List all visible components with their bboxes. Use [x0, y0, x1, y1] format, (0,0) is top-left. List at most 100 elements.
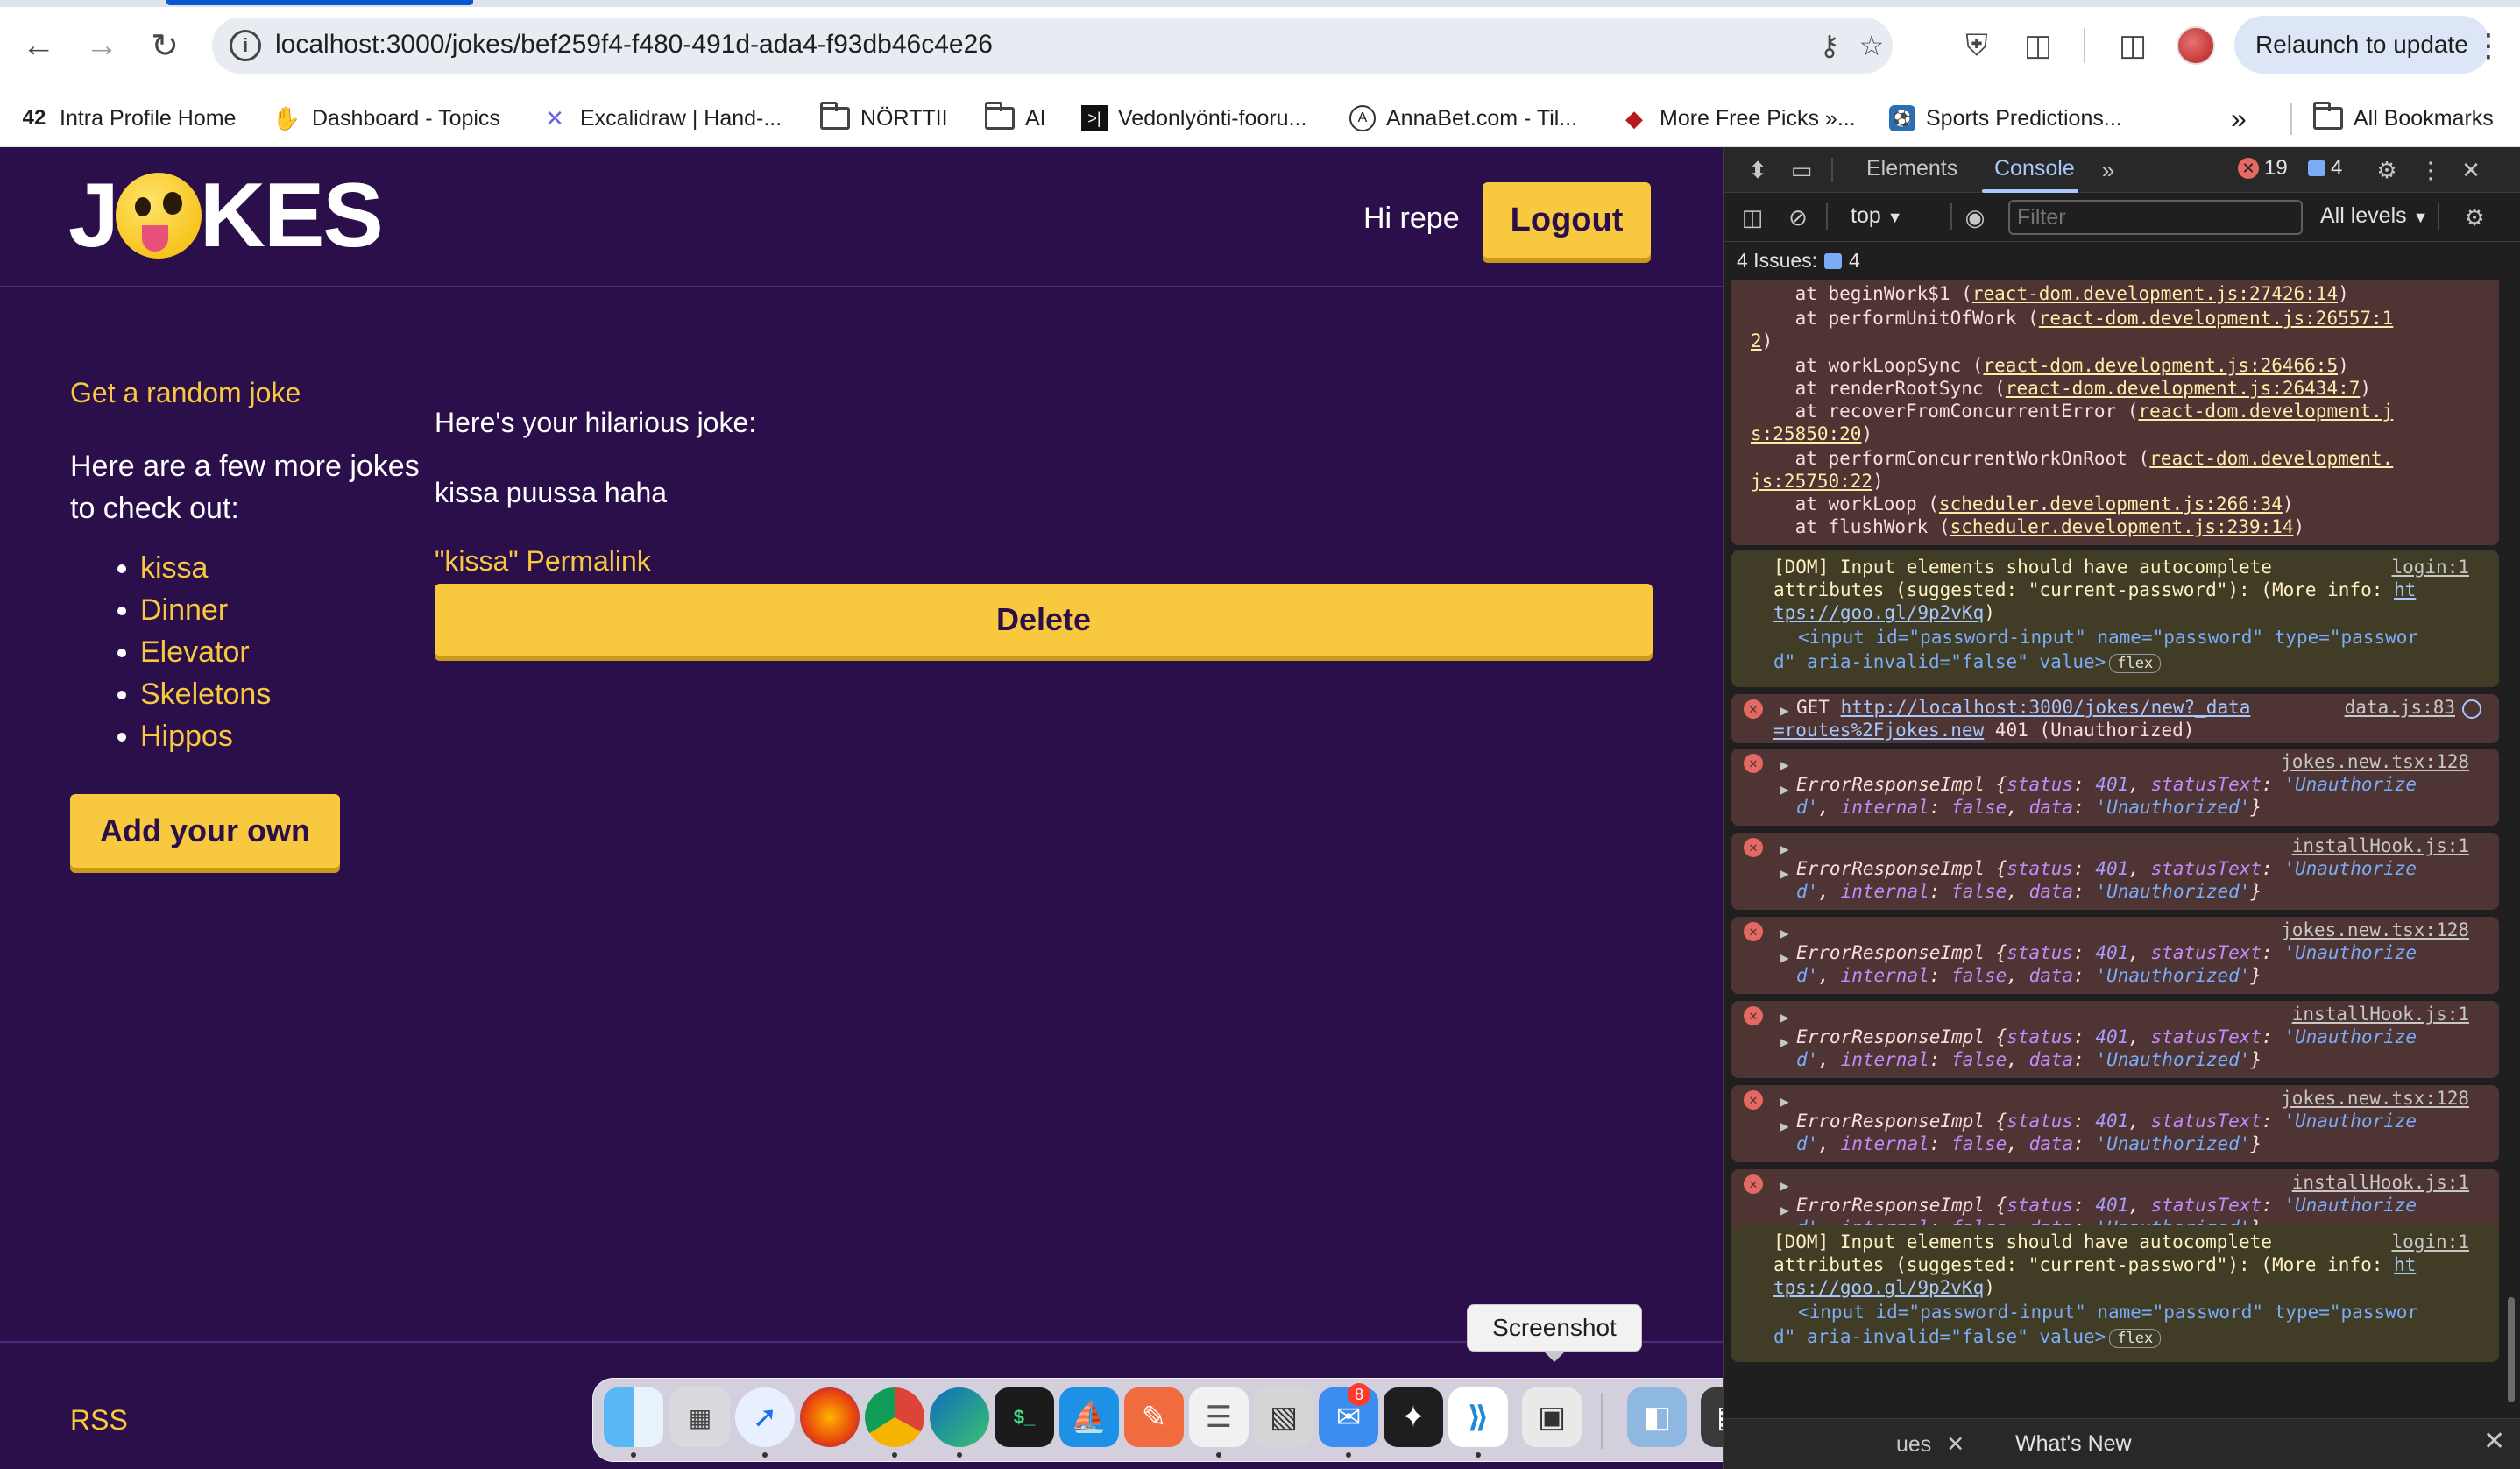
scrollbar-thumb[interactable]	[2508, 1297, 2515, 1402]
safari-icon[interactable]: ➚	[735, 1387, 795, 1447]
error-source-link[interactable]: jokes.new.tsx:128	[2281, 919, 2469, 942]
calculator-icon[interactable]: ▧	[1254, 1387, 1313, 1447]
message-counter[interactable]: 4	[2308, 156, 2342, 181]
key-icon[interactable]: ⚷	[1809, 25, 1851, 67]
pencil-app-icon[interactable]: ✎	[1124, 1387, 1184, 1447]
vscode-icon[interactable]: ⟫	[1448, 1387, 1508, 1447]
chrome-icon[interactable]	[865, 1387, 924, 1447]
bookmark-excalidraw[interactable]: ✕ Excalidraw | Hand-...	[540, 98, 782, 138]
expand-triangle-icon[interactable]: ▶	[1780, 1031, 1789, 1054]
devtools-menu-icon[interactable]: ⋮	[2415, 154, 2446, 186]
bookmark-folder-ai[interactable]: AI	[985, 98, 1046, 138]
expand-triangle-icon[interactable]: ▶	[1780, 922, 1789, 946]
error-source-link[interactable]: installHook.js:1	[2292, 1171, 2469, 1195]
warning-code[interactable]: <input id="password-input" name="passwor…	[1798, 626, 2418, 649]
error-source-link[interactable]: data.js:83	[2345, 696, 2455, 720]
joke-list-item[interactable]: Skeletons	[117, 673, 271, 715]
bookmark-dashboard-topics[interactable]: ✋ Dashboard - Topics	[272, 98, 500, 138]
terminal-icon[interactable]: $_	[995, 1387, 1054, 1447]
joke-list-item[interactable]: Elevator	[117, 631, 271, 673]
site-info-icon[interactable]: i	[230, 30, 261, 61]
context-selector[interactable]: top ▼	[1851, 203, 1903, 229]
device-toolbar-icon[interactable]: ▭	[1786, 154, 1817, 186]
drawer-tab-issues[interactable]: ues ✕	[1896, 1431, 1964, 1458]
sidebar-toggle-icon[interactable]: ◫	[1737, 202, 1768, 233]
shield-extension-icon[interactable]: ⛨	[1954, 23, 2000, 68]
extensions-puzzle-icon[interactable]: ◫	[2015, 23, 2061, 68]
issues-bar[interactable]: 4 Issues: 4	[1724, 242, 2520, 280]
jokes-logo[interactable]: J KES	[68, 170, 384, 261]
expand-triangle-icon[interactable]: ▶	[1780, 838, 1789, 862]
close-drawer-icon[interactable]: ✕	[2483, 1426, 2505, 1457]
bookmark-star-icon[interactable]: ☆	[1851, 25, 1893, 67]
expand-triangle-icon[interactable]: ▶	[1780, 1090, 1789, 1114]
settings-gear-icon[interactable]: ⚙	[2371, 154, 2403, 186]
textedit-icon[interactable]: ☰	[1189, 1387, 1249, 1447]
bookmark-sports-predictions[interactable]: ⚽ Sports Predictions...	[1889, 98, 2122, 138]
docker-icon[interactable]: ⛵	[1059, 1387, 1119, 1447]
joke-list-item[interactable]: Dinner	[117, 589, 271, 631]
warning-source-link[interactable]: login:1	[2391, 1231, 2469, 1254]
active-tab-indicator[interactable]	[166, 0, 473, 5]
drawer-tab-whats-new[interactable]: What's New	[2015, 1431, 2132, 1457]
bookmark-folder-nortti[interactable]: NÖRTTII	[820, 98, 948, 138]
more-bookmarks-chevron-icon[interactable]: »	[2231, 98, 2247, 138]
delete-button[interactable]: Delete	[435, 584, 1653, 656]
joke-permalink[interactable]: "kissa" Permalink	[435, 545, 651, 578]
network-request-icon[interactable]	[2462, 699, 2481, 719]
expand-triangle-icon[interactable]: ▶	[1780, 1174, 1789, 1198]
bookmark-vedonlyonti[interactable]: >| Vedonlyönti-fooru...	[1081, 98, 1306, 138]
expand-triangle-icon[interactable]: ▶	[1780, 947, 1789, 970]
launchpad-icon[interactable]: ▦	[670, 1387, 730, 1447]
profile-avatar[interactable]	[2177, 26, 2215, 65]
error-source-link[interactable]: jokes.new.tsx:128	[2281, 1087, 2469, 1111]
random-joke-link[interactable]: Get a random joke	[70, 377, 301, 409]
inspect-element-icon[interactable]: ⬍	[1742, 154, 1773, 186]
expand-triangle-icon[interactable]: ▶	[1780, 862, 1789, 886]
rss-link[interactable]: RSS	[70, 1404, 128, 1437]
console-filter-input[interactable]	[2008, 200, 2303, 235]
warning-code[interactable]: d" aria-invalid="false" value> flex	[1773, 1325, 2162, 1349]
warning-source-link[interactable]: login:1	[2391, 556, 2469, 579]
figma-icon[interactable]: ✦	[1384, 1387, 1443, 1447]
more-tabs-chevron-icon[interactable]: »	[2092, 154, 2124, 186]
close-tab-icon[interactable]: ✕	[1946, 1432, 1964, 1457]
error-source-link[interactable]: installHook.js:1	[2292, 1003, 2469, 1026]
bookmark-intra-profile-home[interactable]: 42 Intra Profile Home	[19, 98, 237, 138]
relaunch-to-update-button[interactable]: Relaunch to update	[2234, 16, 2490, 74]
expand-triangle-icon[interactable]: ▶	[1780, 1115, 1789, 1139]
error-source-link[interactable]: installHook.js:1	[2292, 834, 2469, 858]
error-counter[interactable]: ✕ 19	[2238, 156, 2288, 181]
reload-icon[interactable]: ↻	[142, 23, 188, 68]
clear-console-icon[interactable]: ⊘	[1782, 202, 1814, 233]
all-bookmarks-button[interactable]: All Bookmarks	[2313, 98, 2494, 138]
firefox-icon[interactable]	[800, 1387, 860, 1447]
bookmark-annabet[interactable]: A AnnaBet.com - Til...	[1349, 98, 1577, 138]
expand-triangle-icon[interactable]: ▶	[1780, 778, 1789, 802]
flex-badge[interactable]: flex	[2109, 654, 2162, 673]
log-levels-dropdown[interactable]: All levels ▼	[2320, 203, 2428, 229]
close-devtools-icon[interactable]: ✕	[2455, 154, 2487, 186]
edge-icon[interactable]	[930, 1387, 989, 1447]
browser-menu-icon[interactable]: ⋮	[2471, 23, 2506, 68]
tab-elements[interactable]: Elements	[1866, 156, 1957, 181]
logout-button[interactable]: Logout	[1483, 182, 1651, 258]
bookmark-more-free-picks[interactable]: ◆ More Free Picks »...	[1619, 98, 1856, 138]
warning-code[interactable]: <input id="password-input" name="passwor…	[1798, 1301, 2418, 1324]
expand-triangle-icon[interactable]: ▶	[1780, 1199, 1789, 1223]
preview-icon[interactable]: ◧	[1627, 1387, 1687, 1447]
url-text[interactable]: localhost:3000/jokes/bef259f4-f480-491d-…	[275, 30, 993, 60]
expand-triangle-icon[interactable]: ▶	[1780, 754, 1789, 777]
back-arrow-icon[interactable]: ←	[16, 23, 61, 68]
error-source-link[interactable]: jokes.new.tsx:128	[2281, 750, 2469, 774]
finder-icon[interactable]	[604, 1387, 663, 1447]
warning-code[interactable]: d" aria-invalid="false" value> flex	[1773, 650, 2162, 674]
joke-list-item[interactable]: Hippos	[117, 715, 271, 757]
screenshot-icon[interactable]: ▣	[1522, 1387, 1582, 1447]
expand-triangle-icon[interactable]: ▶	[1780, 1006, 1789, 1030]
joke-list-item[interactable]: kissa	[117, 547, 271, 589]
address-bar[interactable]: i localhost:3000/jokes/bef259f4-f480-491…	[212, 18, 1893, 74]
tab-console[interactable]: Console	[1994, 156, 2075, 181]
live-expression-eye-icon[interactable]: ◉	[1959, 202, 1991, 233]
console-scrollbar[interactable]	[2506, 280, 2516, 1406]
